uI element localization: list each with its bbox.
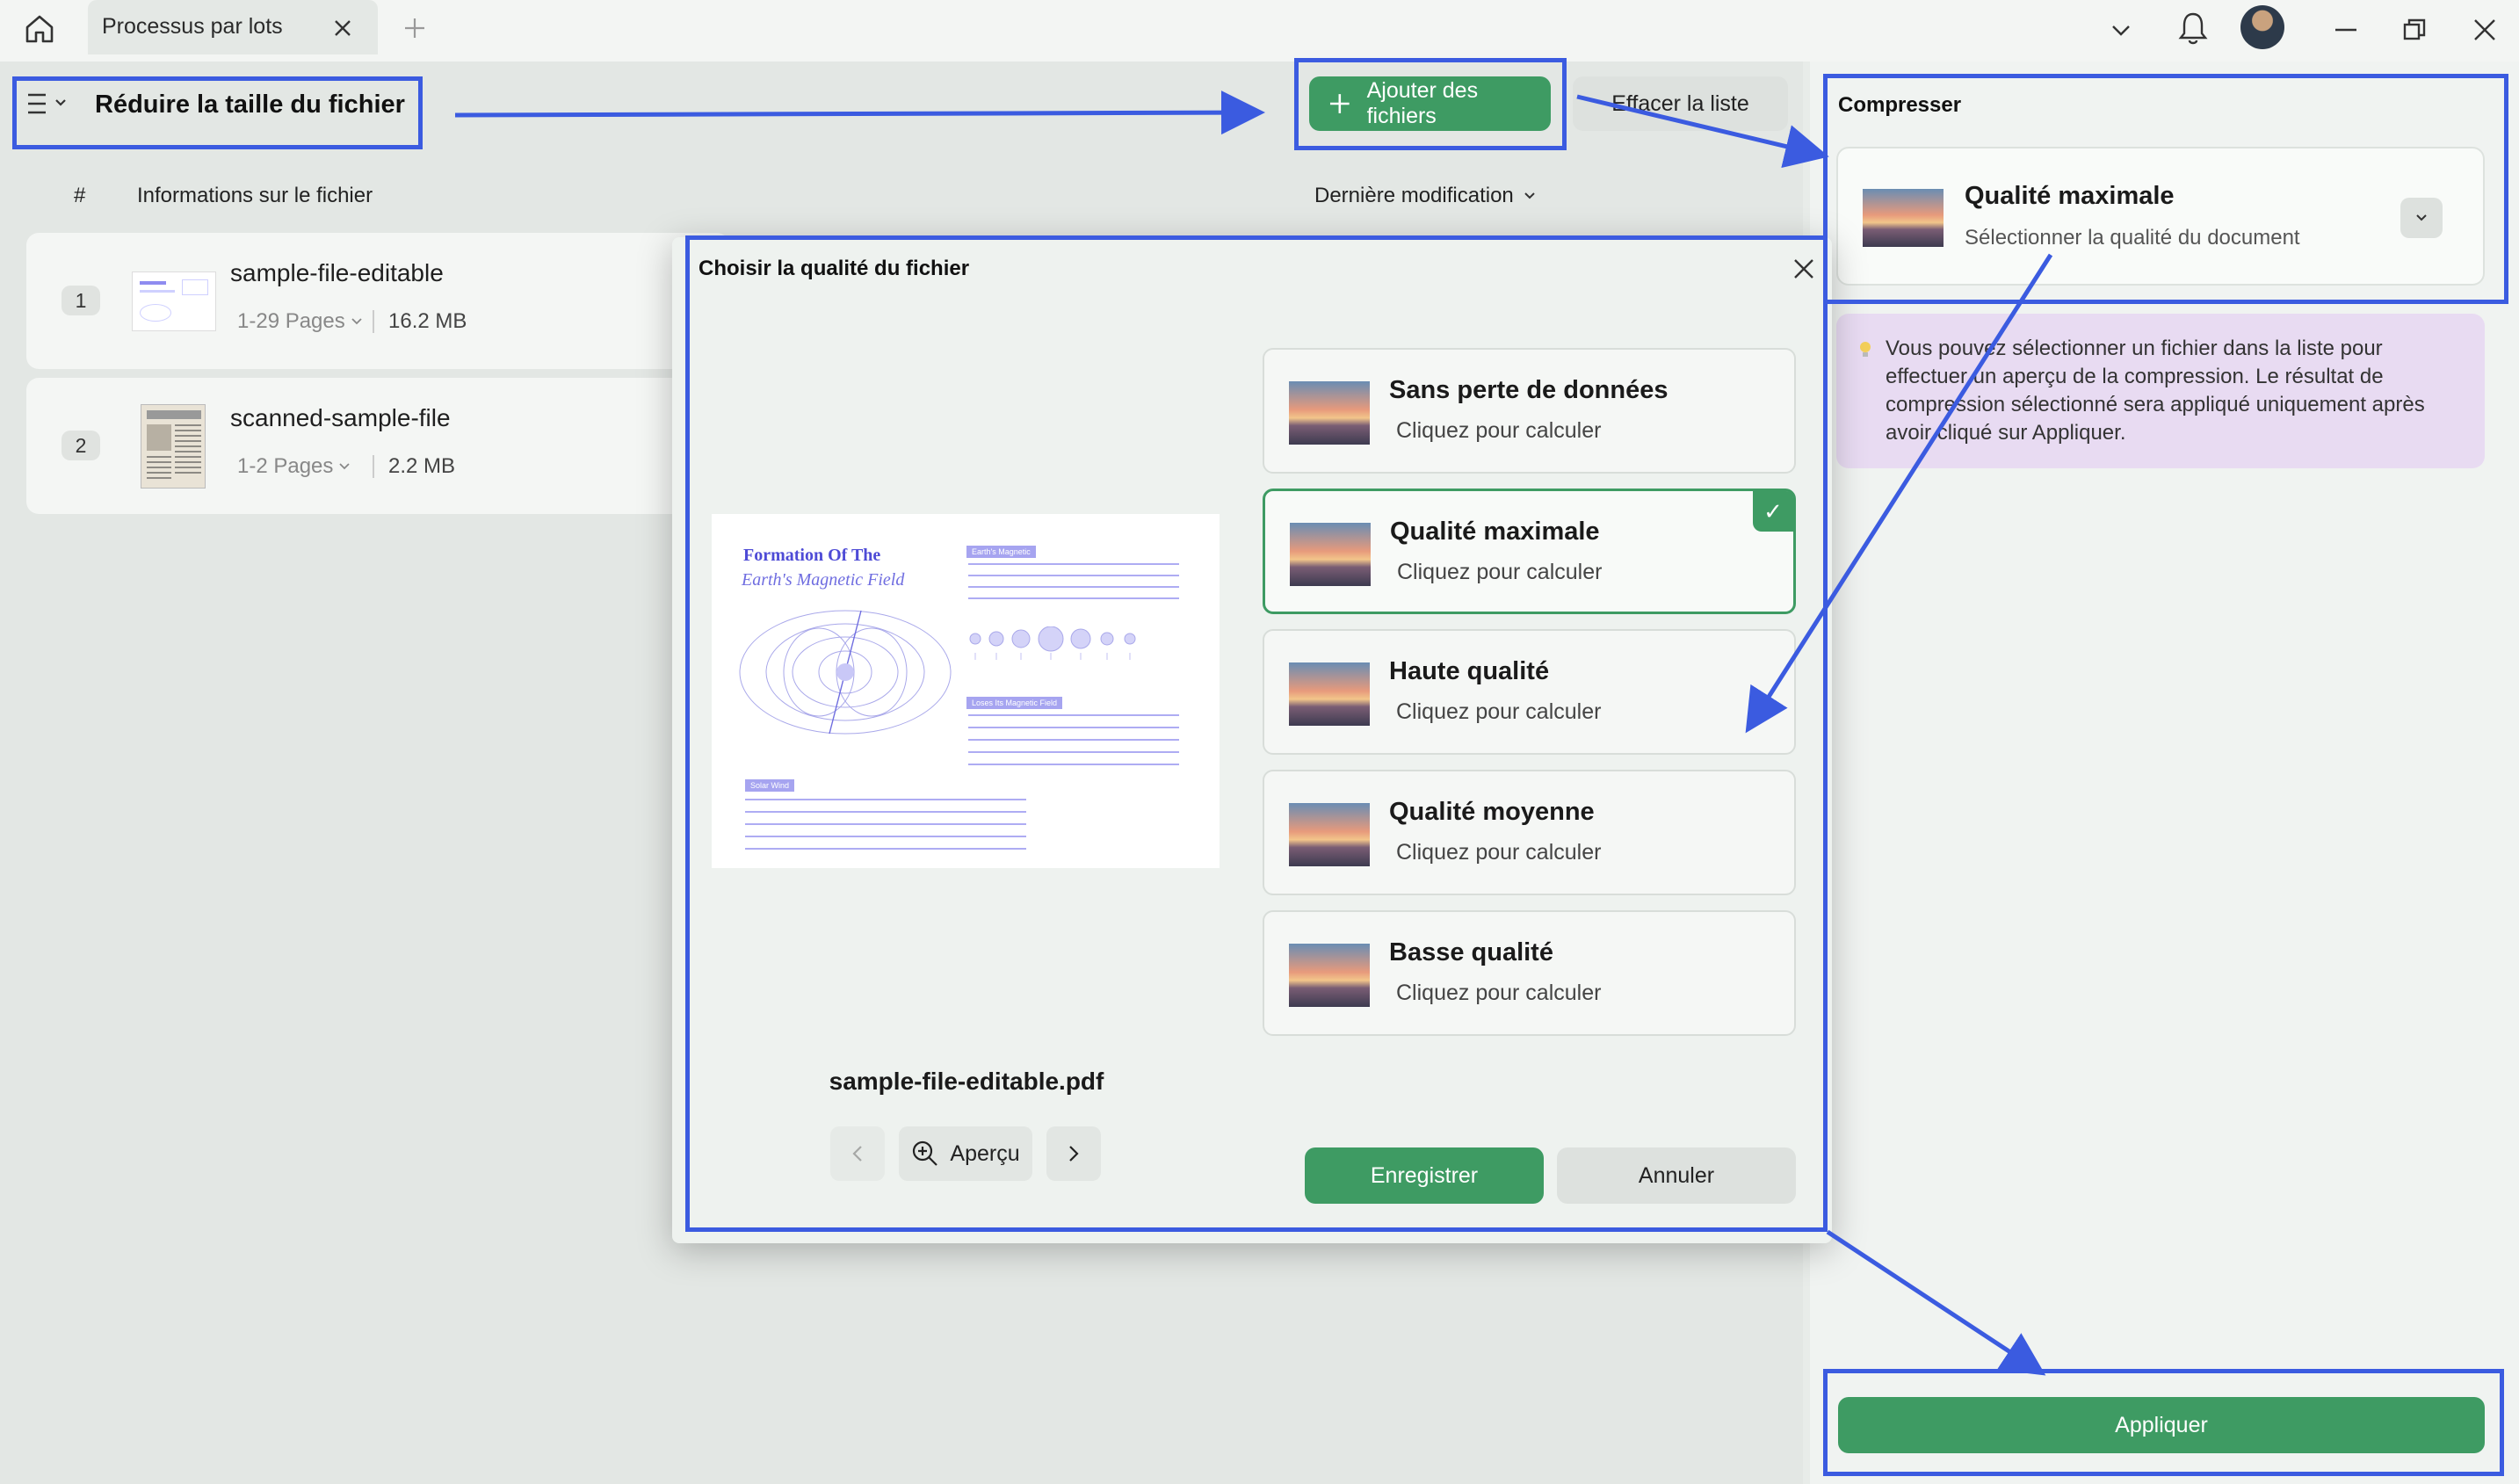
chevron-down-icon xyxy=(351,318,362,325)
page-range-dropdown[interactable]: 1-2 Pages xyxy=(237,454,351,479)
file-name: scanned-sample-file xyxy=(230,404,451,431)
chevron-down-icon[interactable] xyxy=(2102,11,2140,49)
page-range-label: 1-2 Pages xyxy=(237,454,334,478)
annotation-box-quality xyxy=(1823,74,2508,304)
tab-batch[interactable]: Processus par lots xyxy=(88,0,378,54)
close-tab-icon[interactable] xyxy=(325,11,360,46)
file-thumbnail xyxy=(141,404,206,489)
avatar[interactable] xyxy=(2240,5,2284,49)
file-thumbnail xyxy=(132,271,216,331)
close-window-icon[interactable] xyxy=(2465,11,2504,49)
clear-list-button[interactable]: Effacer la liste xyxy=(1573,76,1788,131)
col-num-header: # xyxy=(74,184,86,207)
annotation-box-dialog xyxy=(685,235,1828,1232)
col-modified-label: Dernière modification xyxy=(1314,184,1514,207)
clear-list-label: Effacer la liste xyxy=(1611,90,1749,116)
new-tab-icon[interactable] xyxy=(397,11,432,46)
file-name: sample-file-editable xyxy=(230,259,444,286)
info-box: Vous pouvez sélectionner un fichier dans… xyxy=(1836,314,2485,468)
info-text: Vous pouvez sélectionner un fichier dans… xyxy=(1886,337,2425,445)
page-range-label: 1-29 Pages xyxy=(237,309,345,333)
tab-batch-label: Processus par lots xyxy=(102,14,283,39)
chevron-down-icon xyxy=(1524,192,1535,199)
row-number: 1 xyxy=(62,286,100,315)
home-icon[interactable] xyxy=(19,9,60,49)
bell-icon[interactable] xyxy=(2172,7,2214,49)
minimize-icon[interactable] xyxy=(2327,11,2365,49)
title-bar: Processus par lots xyxy=(0,0,2519,62)
page-range-dropdown[interactable]: 1-29 Pages xyxy=(237,309,363,334)
file-size: 16.2 MB xyxy=(388,309,467,333)
row-number: 2 xyxy=(62,431,100,460)
restore-icon[interactable] xyxy=(2395,11,2434,49)
annotation-box-title xyxy=(12,76,423,149)
lightbulb-icon xyxy=(1859,338,1871,357)
chevron-down-icon xyxy=(339,463,351,470)
list-item[interactable]: 2 scanned-sample-file 1-2 Pages 2.2 MB xyxy=(26,378,729,514)
col-modified-header[interactable]: Dernière modification xyxy=(1314,184,1537,208)
divider xyxy=(373,310,374,333)
annotation-box-apply xyxy=(1823,1369,2504,1476)
file-size: 2.2 MB xyxy=(388,454,456,478)
list-item[interactable]: 1 sample-file-editable 1-29 Pages 16.2 M… xyxy=(26,233,729,369)
col-info-header: Informations sur le fichier xyxy=(137,184,373,207)
annotation-box-add-files xyxy=(1294,58,1567,150)
divider xyxy=(373,455,374,478)
